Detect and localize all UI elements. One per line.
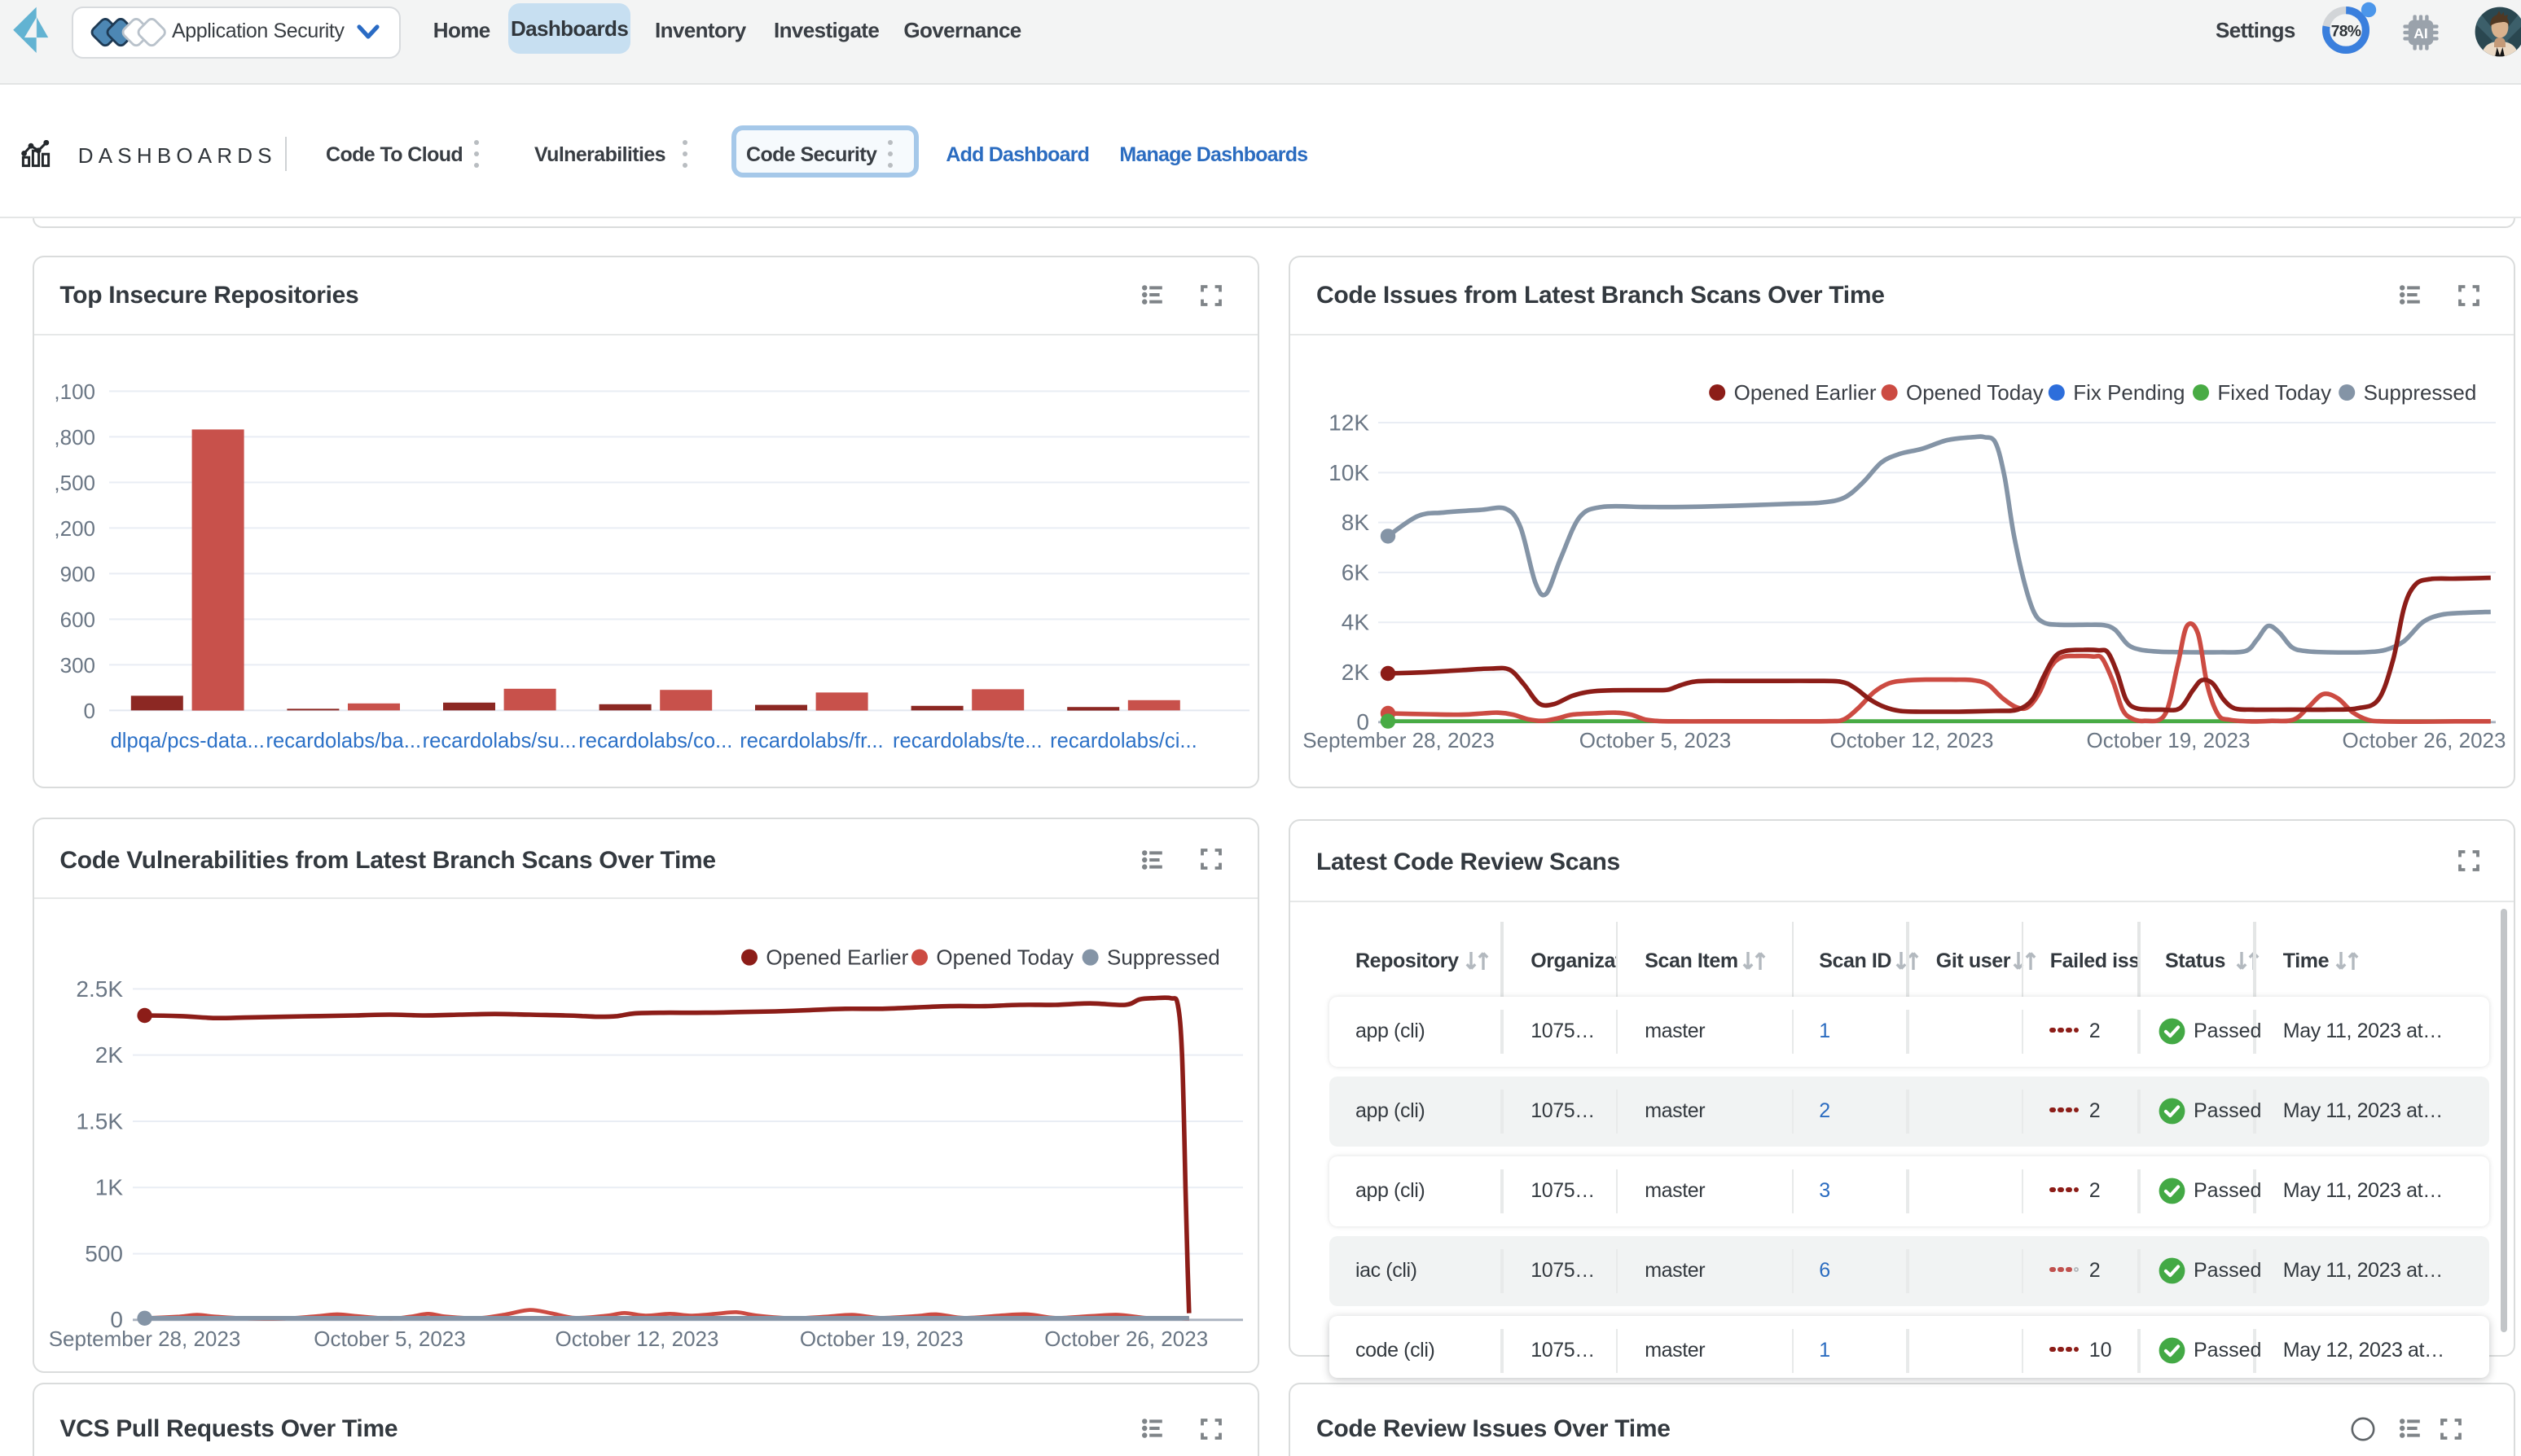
svg-text:2K: 2K [94, 1042, 123, 1068]
svg-text:,100: ,100 [54, 379, 95, 403]
svg-text:recardolabs/ci...: recardolabs/ci... [1049, 729, 1197, 752]
svg-text:September 28, 2023: September 28, 2023 [1302, 728, 1495, 752]
svg-text:Fix Pending: Fix Pending [2073, 380, 2185, 405]
svg-text:12K: 12K [1329, 410, 1369, 435]
svg-text:October 26, 2023: October 26, 2023 [2343, 728, 2506, 752]
svg-text:recardolabs/ba...: recardolabs/ba... [266, 729, 421, 752]
svg-text:October 12, 2023: October 12, 2023 [555, 1327, 718, 1351]
svg-text:Opened Earlier: Opened Earlier [1734, 380, 1877, 405]
svg-text:8K: 8K [1342, 510, 1370, 535]
svg-text:Opened Today: Opened Today [936, 945, 1074, 970]
svg-text:October 19, 2023: October 19, 2023 [799, 1327, 963, 1351]
svg-text:300: 300 [59, 652, 94, 677]
svg-text:October 5, 2023: October 5, 2023 [1579, 728, 1731, 752]
svg-text:recardolabs/co...: recardolabs/co... [578, 729, 732, 752]
svg-text:October 19, 2023: October 19, 2023 [2087, 728, 2251, 752]
svg-text:recardolabs/fr...: recardolabs/fr... [740, 729, 883, 752]
svg-text:AI: AI [2413, 24, 2428, 41]
svg-text:recardolabs/su...: recardolabs/su... [422, 729, 576, 752]
svg-text:October 12, 2023: October 12, 2023 [1830, 728, 1994, 752]
svg-text:dlpqa/pcs-data...: dlpqa/pcs-data... [110, 729, 264, 752]
svg-text:1K: 1K [94, 1175, 123, 1200]
svg-text:Fixed Today: Fixed Today [2217, 380, 2331, 405]
svg-text:500: 500 [85, 1241, 123, 1266]
svg-text:,500: ,500 [54, 470, 95, 494]
svg-text:Opened Earlier: Opened Earlier [766, 945, 908, 970]
svg-text:1.5K: 1.5K [76, 1108, 123, 1134]
svg-text:6K: 6K [1342, 559, 1370, 585]
svg-text:4K: 4K [1342, 610, 1370, 635]
svg-text:Opened Today: Opened Today [1906, 380, 2044, 405]
svg-text:78%: 78% [2330, 24, 2361, 41]
svg-text:,800: ,800 [54, 424, 95, 449]
svg-text:Suppressed: Suppressed [1106, 945, 1219, 970]
svg-text:October 26, 2023: October 26, 2023 [1044, 1327, 1208, 1351]
svg-text:2K: 2K [1342, 660, 1370, 685]
svg-text:,200: ,200 [54, 515, 95, 540]
svg-text:900: 900 [59, 561, 94, 585]
svg-text:recardolabs/te...: recardolabs/te... [892, 729, 1042, 752]
svg-text:September 28, 2023: September 28, 2023 [48, 1327, 240, 1351]
svg-text:0: 0 [83, 698, 94, 722]
svg-text:10K: 10K [1329, 460, 1369, 485]
svg-text:Suppressed: Suppressed [2364, 380, 2477, 405]
svg-text:October 5, 2023: October 5, 2023 [314, 1327, 465, 1351]
svg-text:2.5K: 2.5K [76, 976, 123, 1002]
svg-text:600: 600 [59, 607, 94, 631]
